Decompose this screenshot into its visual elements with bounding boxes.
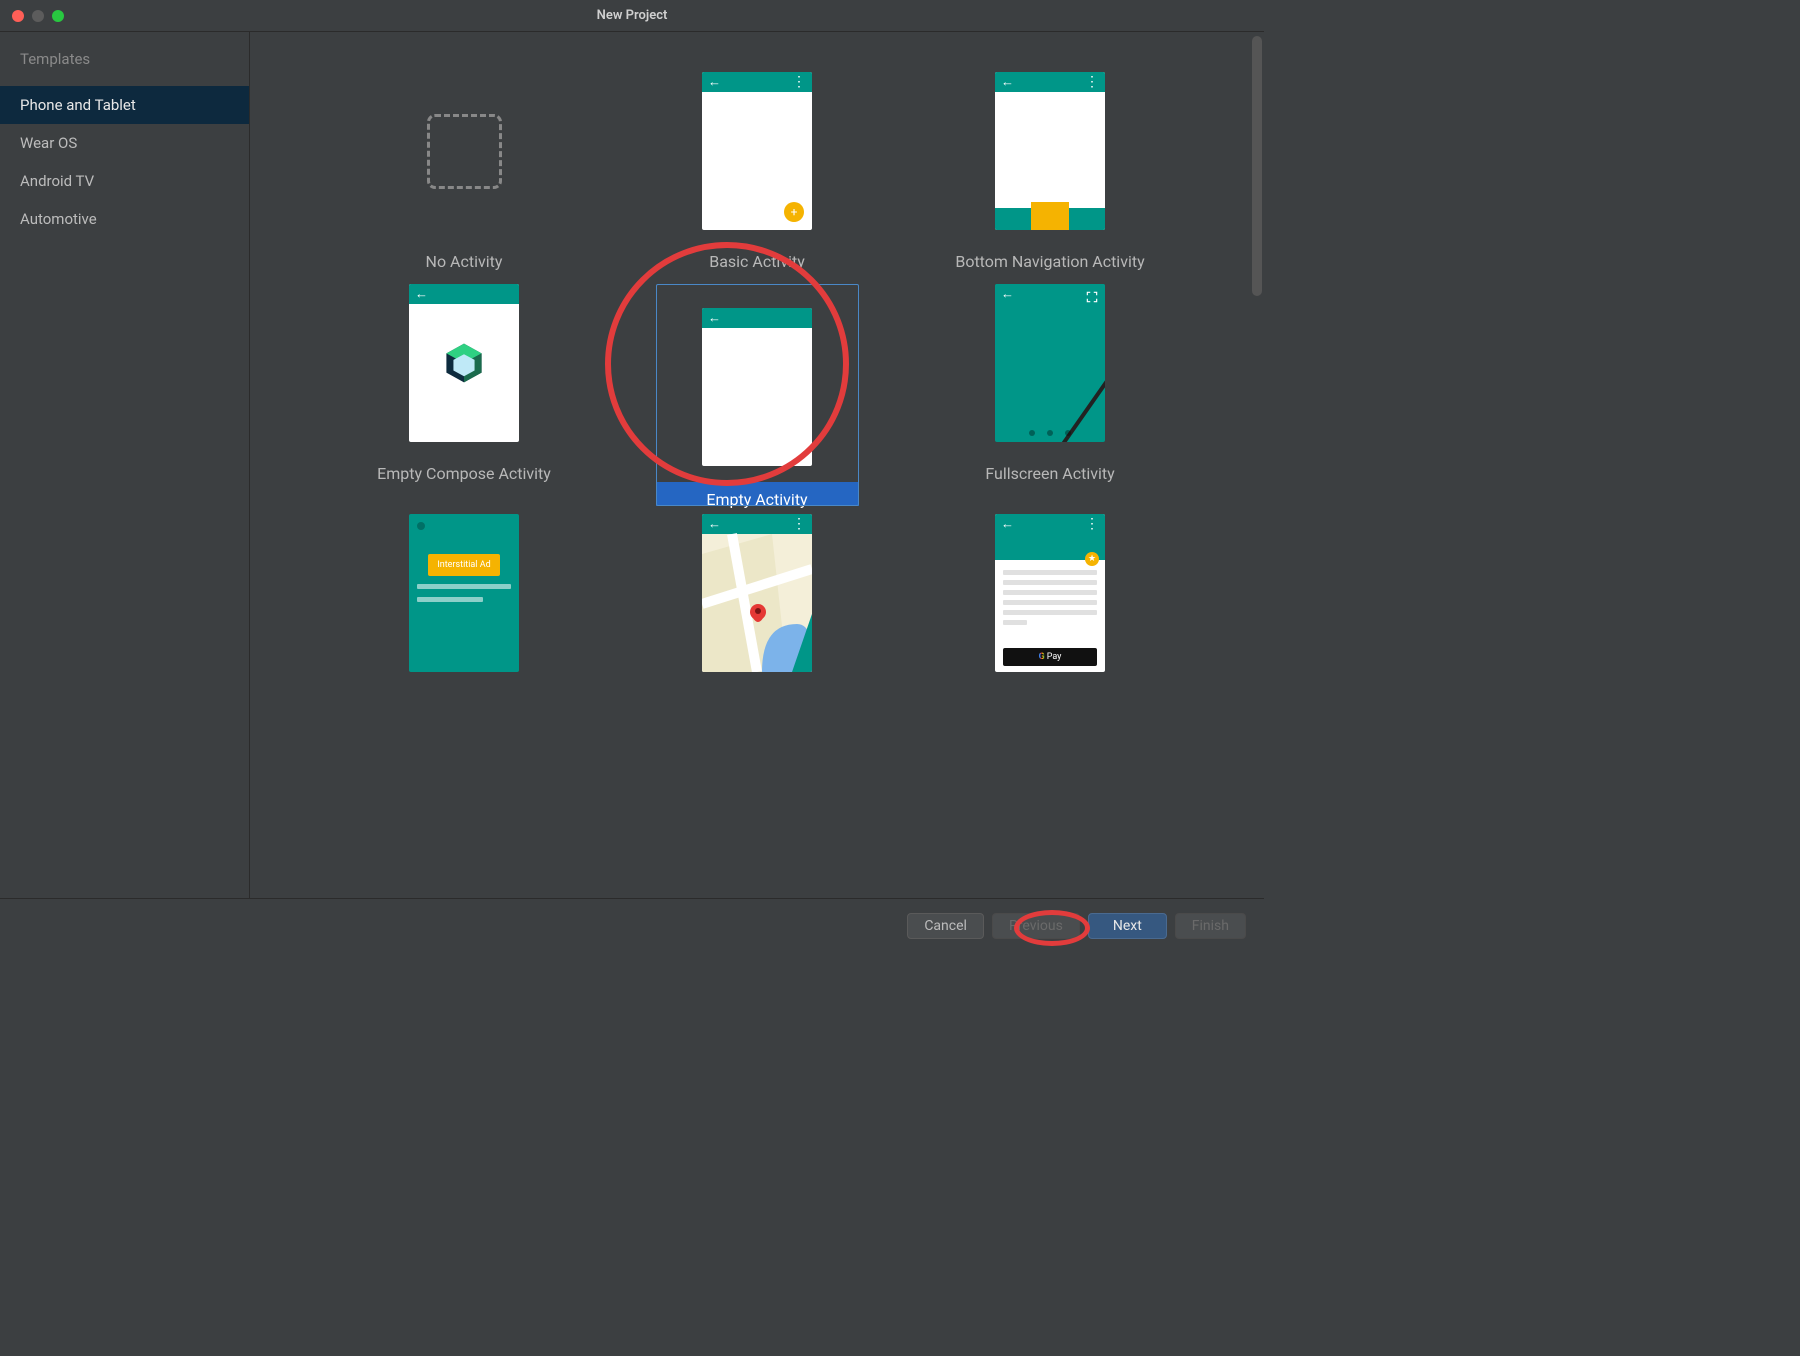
dashed-square-icon bbox=[427, 114, 502, 189]
maximize-window-icon[interactable] bbox=[52, 10, 64, 22]
template-gallery: No Activity ←⋮ + Basic Activity ←⋮ Botto… bbox=[250, 32, 1264, 898]
back-arrow-icon: ← bbox=[1001, 76, 1014, 89]
minimize-window-icon[interactable] bbox=[32, 10, 44, 22]
window-controls bbox=[12, 10, 64, 22]
back-arrow-icon: ← bbox=[1001, 518, 1014, 531]
sidebar-item-android-tv[interactable]: Android TV bbox=[0, 162, 249, 200]
template-thumbnail: ←⋮ bbox=[702, 514, 812, 672]
kebab-icon: ⋮ bbox=[1085, 75, 1099, 89]
back-arrow-icon: ← bbox=[708, 76, 721, 89]
sidebar-title: Templates bbox=[0, 50, 249, 86]
template-pay-activity[interactable]: ← ⋮ ★ G Pay bbox=[949, 514, 1152, 672]
template-thumbnail: ← ⋮ ★ G Pay bbox=[995, 514, 1105, 672]
compose-logo-icon bbox=[442, 341, 486, 385]
map-icon bbox=[702, 514, 812, 672]
template-thumbnail: ← bbox=[409, 284, 519, 442]
kebab-icon: ⋮ bbox=[1085, 517, 1099, 531]
google-logo-icon: G bbox=[1039, 652, 1045, 662]
fab-add-icon: + bbox=[784, 202, 804, 222]
template-basic-activity[interactable]: ← ⋮ + Basic Activity bbox=[656, 72, 859, 276]
template-thumbnail: ←⋮ bbox=[995, 72, 1105, 230]
window-title: New Project bbox=[597, 8, 668, 23]
template-maps-activity[interactable]: ←⋮ bbox=[656, 514, 859, 672]
template-thumbnail: Interstitial Ad bbox=[409, 514, 519, 672]
template-thumbnail: ← ⋮ + bbox=[702, 72, 812, 230]
google-pay-button: G Pay bbox=[1003, 648, 1097, 666]
template-label: Fullscreen Activity bbox=[985, 464, 1114, 488]
sidebar-item-phone-tablet[interactable]: Phone and Tablet bbox=[0, 86, 249, 124]
previous-button: Previous bbox=[992, 913, 1080, 939]
sidebar-item-automotive[interactable]: Automotive bbox=[0, 200, 249, 238]
star-icon: ★ bbox=[1085, 552, 1099, 566]
template-ad-activity[interactable]: Interstitial Ad bbox=[363, 514, 566, 672]
back-arrow-icon: ← bbox=[1001, 288, 1014, 301]
template-label: Empty Activity bbox=[656, 482, 859, 506]
template-empty-compose-activity[interactable]: ← Empty Compose Activity bbox=[363, 284, 566, 506]
template-thumbnail: ← bbox=[702, 308, 812, 466]
titlebar: New Project bbox=[0, 0, 1264, 32]
back-arrow-icon: ← bbox=[415, 288, 428, 301]
finish-button: Finish bbox=[1175, 913, 1246, 939]
back-arrow-icon: ← bbox=[708, 312, 721, 325]
dot-icon bbox=[417, 522, 425, 530]
ad-button-label: Interstitial Ad bbox=[428, 554, 500, 576]
template-label: Empty Compose Activity bbox=[377, 464, 551, 488]
template-fullscreen-activity[interactable]: ← Fullscreen Activity bbox=[949, 284, 1152, 506]
template-label: Bottom Navigation Activity bbox=[955, 252, 1144, 276]
template-empty-activity[interactable]: ← Empty Activity bbox=[656, 284, 859, 506]
sidebar-item-wear-os[interactable]: Wear OS bbox=[0, 124, 249, 162]
template-bottom-navigation-activity[interactable]: ←⋮ Bottom Navigation Activity bbox=[949, 72, 1152, 276]
template-thumbnail: ← bbox=[995, 284, 1105, 442]
next-button[interactable]: Next bbox=[1088, 913, 1167, 939]
template-no-activity[interactable]: No Activity bbox=[363, 72, 566, 276]
fullscreen-icon bbox=[1085, 290, 1099, 304]
footer: Cancel Previous Next Finish bbox=[0, 898, 1264, 952]
template-label: No Activity bbox=[426, 252, 503, 276]
kebab-icon: ⋮ bbox=[792, 75, 806, 89]
close-window-icon[interactable] bbox=[12, 10, 24, 22]
template-label: Basic Activity bbox=[709, 252, 805, 276]
cancel-button[interactable]: Cancel bbox=[907, 913, 984, 939]
scrollbar[interactable] bbox=[1252, 36, 1262, 296]
sidebar: Templates Phone and Tablet Wear OS Andro… bbox=[0, 32, 250, 898]
